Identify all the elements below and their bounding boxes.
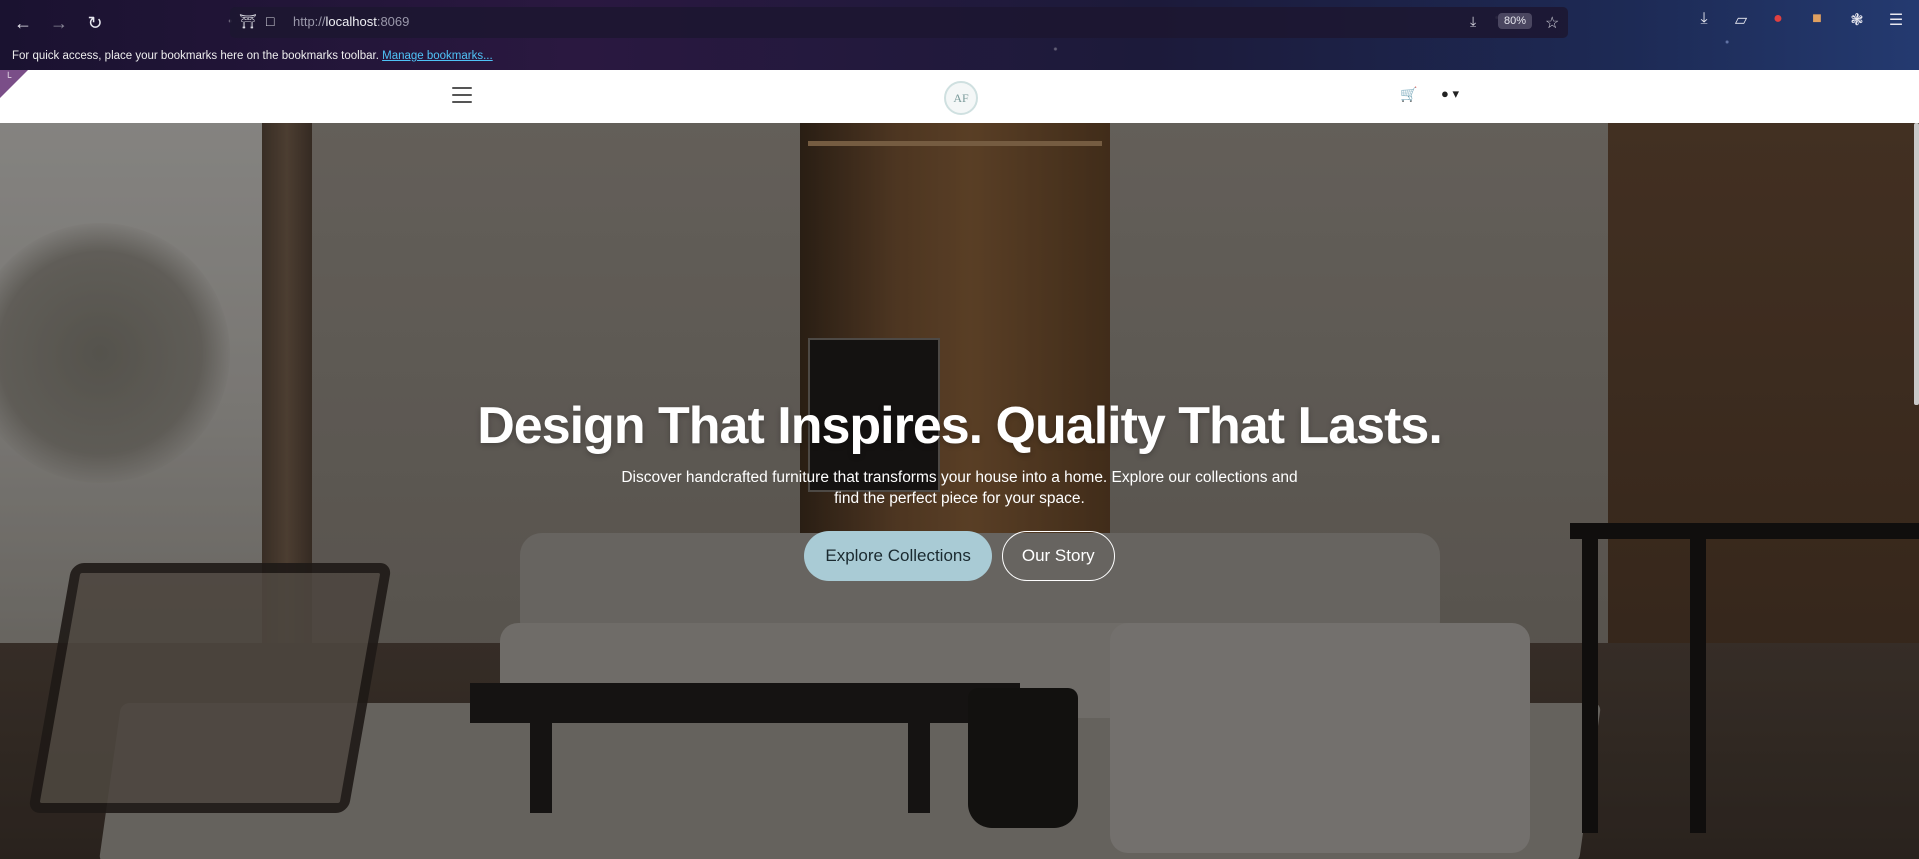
reload-icon[interactable]: ↻ (82, 10, 108, 36)
explore-collections-button[interactable]: Explore Collections (804, 531, 992, 582)
browser-toolbar: ← → ↻ ⛩ □ http://localhost:8069 ⤓ 80% ☆ … (0, 0, 1919, 70)
cart-icon[interactable]: 🛒 (1400, 86, 1417, 103)
bookmarks-message: For quick access, place your bookmarks h… (12, 50, 379, 62)
address-bar[interactable]: ⛩ □ http://localhost:8069 ⤓ 80% ☆ (230, 7, 1568, 38)
site-logo[interactable]: AF (944, 81, 978, 115)
shield-icon[interactable]: ⛩ (239, 13, 257, 30)
page-info-icon[interactable]: □ (266, 13, 274, 29)
user-account-dropdown[interactable]: ● ▾ (1441, 86, 1459, 102)
url-host: localhost (325, 14, 377, 29)
hamburger-menu-icon[interactable] (452, 87, 472, 103)
url-prefix: http:// (293, 14, 326, 29)
menu-icon[interactable]: ☰ (1885, 10, 1907, 30)
corner-flag-icon: └ (5, 72, 12, 82)
save-page-icon[interactable]: ⤓ (1470, 13, 1476, 30)
hero-title: Design That Inspires. Quality That Lasts… (477, 397, 1443, 455)
hero-buttons: Explore Collections Our Story (0, 531, 1919, 582)
url-port: :8069 (376, 14, 410, 29)
zoom-level-badge[interactable]: 80% (1498, 13, 1533, 29)
hero-section: Design That Inspires. Quality That Lasts… (0, 123, 1919, 859)
hero-subtitle: Discover handcrafted furniture that tran… (621, 469, 1298, 508)
back-arrow-icon[interactable]: ← (10, 10, 36, 36)
logo-text: AF (953, 90, 969, 105)
manage-bookmarks-link[interactable]: Manage bookmarks... (382, 50, 493, 62)
forward-arrow-icon[interactable]: → (46, 10, 72, 36)
page-scrollbar[interactable] (1914, 123, 1919, 405)
our-story-button[interactable]: Our Story (1001, 531, 1115, 582)
url-text[interactable]: http://localhost:8069 (293, 14, 409, 29)
downloads-icon[interactable]: ⤓ (1693, 10, 1715, 28)
extensions-icon[interactable]: ▱ (1730, 10, 1752, 30)
bookmarks-toolbar: For quick access, place your bookmarks h… (12, 50, 493, 62)
bookmark-star-icon[interactable]: ☆ (1545, 13, 1559, 33)
hero-content: Design That Inspires. Quality That Lasts… (0, 397, 1919, 582)
site-header: └ AF 🛒 ● ▾ (0, 70, 1919, 124)
react-devtools-icon[interactable]: ❃ (1846, 10, 1868, 30)
extension-icon[interactable]: ■ (1806, 10, 1828, 28)
ublock-icon[interactable]: ● (1767, 10, 1789, 28)
